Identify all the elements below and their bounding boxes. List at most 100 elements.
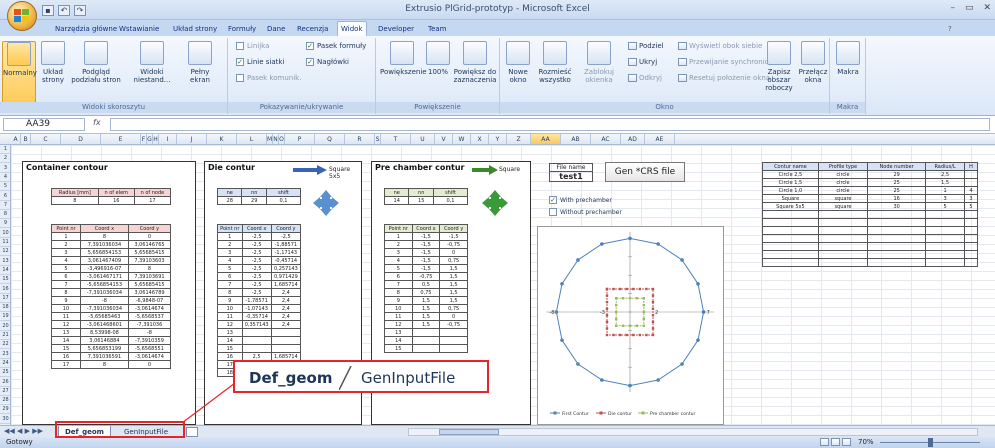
table-cell[interactable] [867,258,927,267]
table-cell[interactable]: 11 [384,312,413,321]
table-cell[interactable]: Square 5x5 [762,202,819,211]
table-cell[interactable]: 5,65685415 [127,248,172,257]
table-cell[interactable]: 0 [439,312,468,321]
column-header[interactable]: A [11,134,21,144]
table-cell[interactable]: -3,0614674 [127,304,172,313]
column-header[interactable]: E [101,134,141,144]
row-header[interactable]: 25 [0,368,10,378]
fx-icon[interactable]: fx [93,118,101,127]
table-cell[interactable] [867,226,927,235]
unhide-button[interactable]: Odkryj [628,74,662,82]
table-cell[interactable]: 1,5 [439,288,468,297]
column-header-cell[interactable]: Coord x [79,224,129,233]
table-cell[interactable]: 3 [51,248,81,257]
table-cell[interactable]: -1,17143 [270,248,302,257]
row-header[interactable]: 6 [0,192,10,201]
table-cell[interactable]: -1,5 [439,232,468,241]
tab-page-layout[interactable]: Układ strony [170,22,220,36]
table-cell[interactable]: -3,061468601 [79,320,129,329]
table-cell[interactable] [762,210,819,219]
table-cell[interactable]: 5 [964,202,978,211]
table-cell[interactable] [964,250,978,259]
table-cell[interactable]: -5,65685463 [79,312,129,321]
headings-checkbox[interactable]: ✓ Nagłówki [306,58,349,66]
tab-review[interactable]: Recenzja [294,22,331,36]
table-cell[interactable] [762,218,819,227]
table-cell[interactable] [964,218,978,227]
table-cell[interactable] [762,226,819,235]
table-cell[interactable]: -0,75 [411,272,441,281]
zoom-slider-thumb[interactable] [928,438,933,447]
table-cell[interactable] [241,344,272,353]
column-header[interactable]: V [435,134,453,144]
formula-input[interactable] [110,118,990,131]
row-header[interactable]: 12 [0,247,10,257]
table-cell[interactable]: 0 [127,232,172,241]
table-cell[interactable]: -2,5 [241,288,272,297]
table-cell[interactable]: 3,06146884 [79,336,129,345]
hide-button[interactable]: Ukryj [628,58,657,66]
table-cell[interactable] [867,250,927,259]
table-cell[interactable]: 16 [867,194,927,203]
gridlines-checkbox[interactable]: ✓ Linie siatki [236,58,284,66]
table-cell[interactable]: Square [762,194,819,203]
table-cell[interactable]: 25 [867,186,927,195]
table-cell[interactable]: 3 [217,248,243,257]
page-break-preview-button[interactable]: Podgląd podziału stron [70,41,122,84]
zoom-level[interactable]: 70% [858,437,874,448]
column-header-cell[interactable]: Coord x [411,224,441,233]
table-cell[interactable]: 2,5 [925,170,965,179]
table-cell[interactable]: -1,88571 [270,240,302,249]
table-cell[interactable]: 1,5 [439,280,468,289]
table-cell[interactable]: 17 [51,360,81,369]
table-cell[interactable]: 12 [217,320,243,329]
contour-chart[interactable]: -8 7 -3 2 First Contur Die contur Pre chamber … [537,226,724,425]
table-cell[interactable]: -5,6568551 [127,344,172,353]
table-cell[interactable]: -7,3910359 [127,336,172,345]
table-cell[interactable]: 3 [925,194,965,203]
table-cell[interactable]: 1 [384,232,413,241]
table-cell[interactable] [925,242,965,251]
layout-view-icon[interactable] [831,438,840,446]
cell[interactable]: 15 [408,196,434,205]
table-cell[interactable]: 4 [384,256,413,265]
message-bar-checkbox[interactable]: Pasek komunik. [236,74,301,82]
table-cell[interactable] [964,178,978,187]
tab-home[interactable]: Narzędzia główne [52,22,120,36]
zoom-100-button[interactable]: 100% [426,41,450,76]
row-header[interactable]: 8 [0,210,10,220]
column-header-cell[interactable]: Point nr [217,224,243,233]
table-cell[interactable]: 8 [127,264,172,273]
table-cell[interactable]: 2,4 [270,304,302,313]
column-header[interactable]: I [159,134,177,144]
new-window-button[interactable]: Nowe okno [504,41,532,84]
row-header[interactable]: 30 [0,415,10,424]
table-cell[interactable]: 12 [51,320,81,329]
table-cell[interactable]: -5,6568537 [127,312,172,321]
die-link[interactable]: Square 5x5 [329,166,361,180]
table-cell[interactable]: 5,656854153 [79,248,129,257]
cell[interactable]: n of elem [97,188,135,197]
cell[interactable]: 0,1 [265,196,302,205]
row-header[interactable]: 28 [0,396,10,406]
column-header[interactable]: T [381,134,411,144]
row-header[interactable]: 29 [0,405,10,415]
reset-position-button[interactable]: Resetuj położenie okna [678,74,770,82]
table-cell[interactable]: 5 [51,264,81,273]
table-cell[interactable]: 8,53998-08 [79,328,129,337]
column-header[interactable]: D [61,134,101,144]
column-header-cell[interactable]: Contur name [762,162,819,171]
cell[interactable]: 0,1 [432,196,469,205]
table-cell[interactable]: -5,656854153 [79,280,129,289]
table-cell[interactable]: 5 [384,264,413,273]
cell[interactable]: 28 [216,196,243,205]
ruler-checkbox[interactable]: Linijka [236,42,269,50]
table-cell[interactable]: 7,39103603 [127,256,172,265]
table-cell[interactable]: -8 [127,328,172,337]
table-cell[interactable]: 6 [217,272,243,281]
tab-data[interactable]: Dane [264,22,288,36]
cell[interactable]: 14 [383,196,410,205]
table-cell[interactable]: 2 [384,240,413,249]
row-header[interactable]: 26 [0,378,10,387]
table-cell[interactable] [762,242,819,251]
